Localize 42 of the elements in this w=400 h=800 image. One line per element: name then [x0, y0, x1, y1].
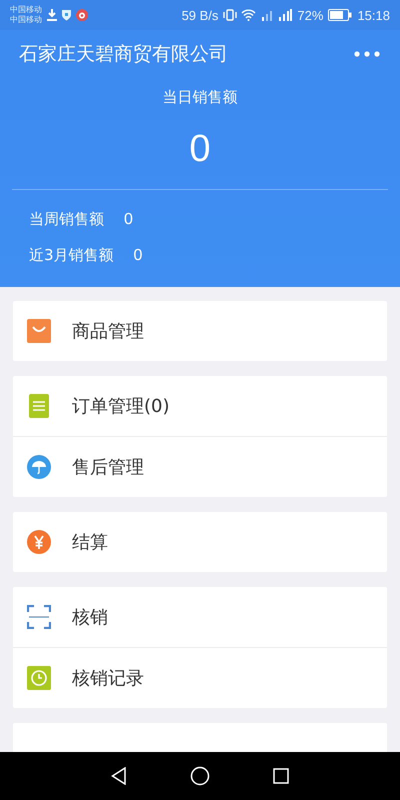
- stat-value: 0: [124, 210, 133, 228]
- battery-percent: 72%: [297, 8, 324, 22]
- vibrate-icon: [223, 9, 238, 21]
- recents-icon[interactable]: [272, 768, 289, 784]
- menu-label: 核销: [72, 606, 108, 629]
- clock-icon: [27, 666, 51, 690]
- menu-item[interactable]: 商品管理: [13, 301, 387, 361]
- sales-value: 0: [12, 125, 388, 190]
- record-icon: [76, 9, 88, 21]
- menu-item[interactable]: 售后管理: [13, 436, 387, 497]
- network-speed: 59 B/s: [182, 8, 218, 22]
- bag-icon: [27, 319, 51, 343]
- stat-label: 近3月销售额: [29, 246, 114, 265]
- yen-icon: [27, 530, 51, 554]
- menu-label: 商品管理: [72, 320, 144, 343]
- menu-item[interactable]: 核销记录: [13, 647, 387, 708]
- download-icon: [47, 9, 57, 21]
- signal-icon: [278, 9, 292, 21]
- notepad-icon: [27, 394, 51, 418]
- shield-icon: [61, 9, 72, 21]
- carrier-name: 中国移动: [10, 15, 42, 25]
- menu-label: 结算: [72, 531, 108, 554]
- menu-label: 订单管理(0): [72, 395, 170, 418]
- menu-item[interactable]: 核销: [13, 587, 387, 647]
- carrier-name: 中国移动: [10, 5, 42, 15]
- sales-label: 当日销售额: [162, 88, 238, 107]
- signal-icon: [260, 9, 274, 21]
- stat-label: 当周销售额: [29, 210, 104, 229]
- stat-value: 0: [134, 246, 142, 264]
- menu-label: 核销记录: [72, 667, 144, 690]
- wifi-icon: [241, 9, 256, 21]
- home-icon[interactable]: [190, 766, 210, 786]
- umbrella-icon: [27, 455, 51, 479]
- menu-item[interactable]: 订单管理(0): [13, 376, 387, 436]
- menu-label: 售后管理: [72, 456, 144, 479]
- clock-time: 15:18: [357, 8, 390, 22]
- more-icon: [354, 51, 380, 57]
- battery-icon: [328, 9, 352, 21]
- menu-item[interactable]: 结算: [13, 512, 387, 572]
- back-icon[interactable]: [111, 767, 128, 785]
- scan-icon: [27, 605, 51, 629]
- company-title: 石家庄天碧商贸有限公司: [19, 42, 228, 67]
